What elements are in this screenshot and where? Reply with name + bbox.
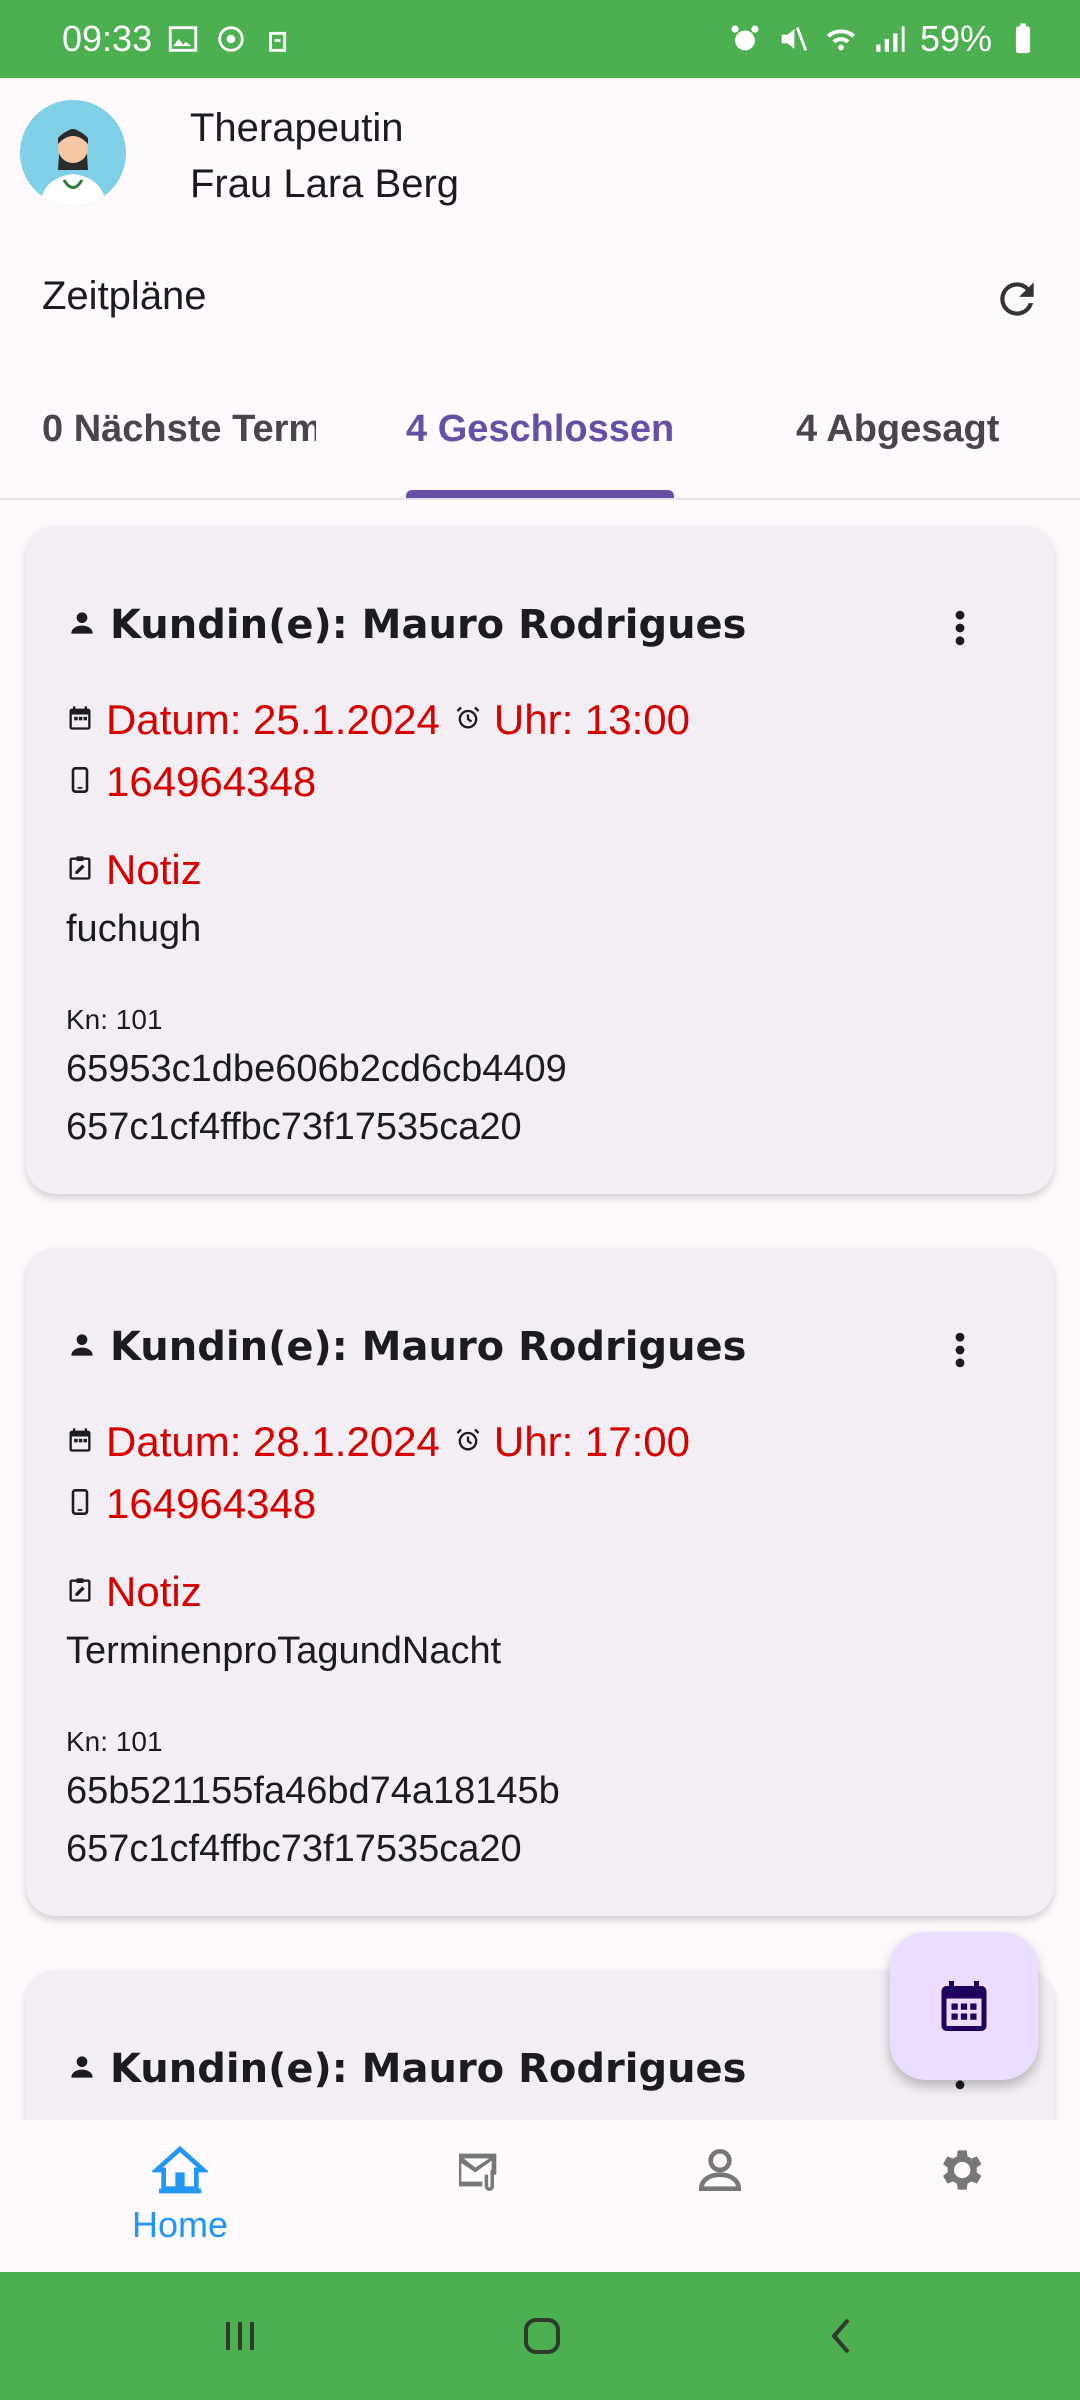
- header-name: Frau Lara Berg: [190, 162, 460, 206]
- note-icon: [66, 1576, 94, 1609]
- note-label: Notiz: [106, 846, 202, 893]
- nav-settings[interactable]: [880, 2142, 1040, 2262]
- phone-icon: [66, 766, 94, 799]
- add-appointment-fab[interactable]: [890, 1932, 1038, 2080]
- customer-name: Kundin(e): Mauro Rodrigues: [110, 602, 747, 648]
- nav-profile[interactable]: [640, 2142, 800, 2262]
- appointment-id: 65953c1dbe606b2cd6cb4409: [66, 1048, 567, 1090]
- gallery-icon: [166, 22, 200, 56]
- nav-home[interactable]: Home: [100, 2142, 260, 2262]
- home-square-icon: [524, 2318, 560, 2354]
- note-text: fuchugh: [66, 908, 202, 950]
- tab-indicator: [406, 490, 674, 498]
- note-icon: [66, 854, 94, 887]
- battery-icon: [1006, 22, 1040, 56]
- calendar-icon: [66, 704, 94, 737]
- battery-percent: 59%: [919, 18, 992, 59]
- mute-icon: [776, 22, 810, 56]
- avatar: [20, 100, 126, 206]
- nav-home-label: Home: [131, 2204, 229, 2245]
- appointment-id: 65b521155fa46bd74a18145b: [66, 1770, 560, 1812]
- recent-apps-button[interactable]: [208, 2304, 272, 2368]
- person-icon: [66, 2051, 98, 2088]
- phone-icon: [66, 1488, 94, 1521]
- system-navigation-bar: [0, 2272, 1080, 2400]
- system-back-button[interactable]: [810, 2304, 874, 2368]
- appointment-card[interactable]: Kundin(e): Mauro Rodrigues Datum: 28.1.2…: [26, 1248, 1054, 1916]
- appointment-time: Uhr: 17:00: [493, 1418, 691, 1465]
- tab-upcoming[interactable]: 0 Nächste Termine: [42, 408, 316, 451]
- note-text: TerminenproTagundNacht: [66, 1630, 502, 1672]
- appointment-list[interactable]: Kundin(e): Mauro Rodrigues Datum: 25.1.2…: [0, 502, 1080, 2120]
- system-home-button[interactable]: [510, 2304, 574, 2368]
- more-vert-icon: [955, 1332, 965, 1368]
- nav-messages[interactable]: [400, 2142, 560, 2262]
- refresh-icon: [1000, 282, 1034, 316]
- customer-name: Kundin(e): Mauro Rodrigues: [110, 2046, 747, 2092]
- profile-header: Therapeutin Frau Lara Berg: [0, 78, 1080, 238]
- tab-bar: 0 Nächste Termine 4 Geschlossen 4 Abgesa…: [0, 390, 1080, 500]
- person-outline-icon: [698, 2149, 742, 2191]
- notification-icon: [262, 22, 296, 56]
- kn-label: Kn: 101: [66, 1004, 163, 1035]
- gear-icon: [943, 2150, 982, 2190]
- appointment-card[interactable]: Kundin(e): Mauro Rodrigues Datum: 25.1.2…: [26, 526, 1054, 1194]
- more-options-button[interactable]: [930, 598, 990, 658]
- refresh-button[interactable]: [986, 268, 1048, 330]
- alarm-icon: [728, 22, 762, 56]
- section-title: Zeitpläne: [42, 274, 207, 318]
- tab-closed[interactable]: 4 Geschlossen: [406, 408, 674, 451]
- appointment-date: Datum: 28.1.2024: [106, 1418, 440, 1465]
- appointment-date: Datum: 25.1.2024: [106, 696, 440, 743]
- alarm-clock-icon: [454, 704, 482, 737]
- therapist-id: 657c1cf4ffbc73f17535ca20: [66, 1106, 522, 1148]
- kn-label: Kn: 101: [66, 1726, 163, 1757]
- recent-apps-icon: [226, 2322, 254, 2350]
- back-chevron-icon: [831, 2318, 850, 2354]
- more-vert-icon: [955, 610, 965, 646]
- section-row: Zeitpläne: [0, 262, 1080, 336]
- bottom-navigation: Home: [0, 2120, 1080, 2272]
- calendar-icon: [941, 1981, 987, 2031]
- person-icon: [66, 1329, 98, 1366]
- sync-icon: [214, 22, 248, 56]
- status-time: 09:33: [62, 18, 153, 59]
- wifi-icon: [824, 22, 858, 56]
- tab-cancelled[interactable]: 4 Abgesagt: [796, 408, 999, 451]
- therapist-id: 657c1cf4ffbc73f17535ca20: [66, 1828, 522, 1870]
- header-role: Therapeutin: [190, 106, 404, 150]
- customer-name: Kundin(e): Mauro Rodrigues: [110, 1324, 747, 1370]
- calendar-icon: [66, 1426, 94, 1459]
- home-icon: [152, 2145, 208, 2194]
- appointment-time: Uhr: 13:00: [493, 696, 691, 743]
- person-icon: [66, 607, 98, 644]
- mail-attachment-icon: [459, 2153, 497, 2191]
- status-bar: 09:33 59%: [0, 0, 1080, 78]
- alarm-clock-icon: [454, 1426, 482, 1459]
- more-options-button[interactable]: [930, 1320, 990, 1380]
- phone-number[interactable]: 164964348: [106, 758, 316, 806]
- phone-number[interactable]: 164964348: [106, 1480, 316, 1528]
- signal-icon: [872, 22, 906, 56]
- note-label: Notiz: [106, 1568, 202, 1615]
